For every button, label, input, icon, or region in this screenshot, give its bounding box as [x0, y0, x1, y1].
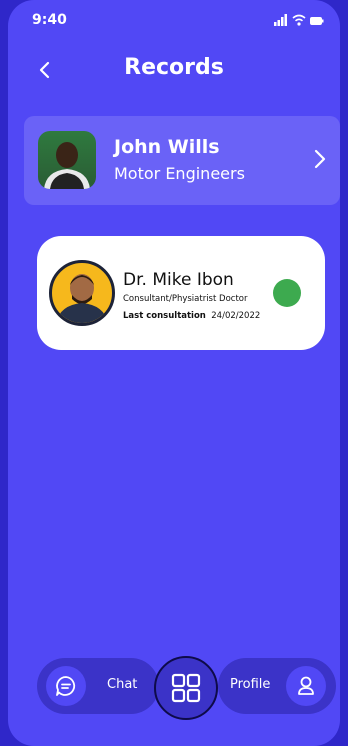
header: Records: [8, 52, 340, 88]
last-consultation-label: Last consultation: [123, 311, 206, 321]
nav-home-button[interactable]: [154, 656, 218, 720]
doctor-card[interactable]: Dr. Mike Ibon Consultant/Physiatrist Doc…: [37, 236, 325, 350]
status-time: 9:40: [32, 12, 67, 28]
nav-profile-label: Profile: [230, 677, 271, 692]
signal-icon: [274, 14, 287, 26]
user-icon: [298, 676, 314, 695]
person-photo-icon: [44, 142, 90, 189]
user-card[interactable]: John Wills Motor Engineers: [24, 116, 340, 205]
online-status-dot: [273, 279, 301, 307]
doctor-photo-icon: [56, 274, 108, 323]
battery-icon: [310, 17, 324, 25]
user-name: John Wills: [114, 136, 220, 158]
grid-icon: [171, 673, 201, 703]
bottom-nav: Chat Profile: [8, 656, 340, 720]
nav-chat-button[interactable]: Chat: [37, 658, 159, 714]
chat-icon: [56, 676, 76, 696]
last-consultation: Last consultation 24/02/2022: [123, 311, 260, 321]
chevron-right-icon: [314, 149, 326, 169]
profile-icon-wrap: [286, 666, 326, 706]
nav-chat-label: Chat: [107, 677, 138, 692]
page-title: Records: [124, 55, 224, 80]
doctor-avatar: [49, 260, 115, 326]
wifi-icon: [292, 14, 306, 26]
user-avatar: [38, 131, 96, 189]
doctor-specialty: Consultant/Physiatrist Doctor: [123, 294, 248, 304]
app-screen: 9:40 Records John Wills Motor Engineers …: [8, 0, 340, 746]
status-icons: [274, 14, 324, 26]
nav-profile-button[interactable]: Profile: [218, 658, 336, 714]
chat-icon-wrap: [46, 666, 86, 706]
doctor-name: Dr. Mike Ibon: [123, 270, 234, 290]
status-bar: 9:40: [8, 0, 340, 44]
last-consultation-date: 24/02/2022: [211, 311, 261, 321]
user-role: Motor Engineers: [114, 164, 245, 183]
